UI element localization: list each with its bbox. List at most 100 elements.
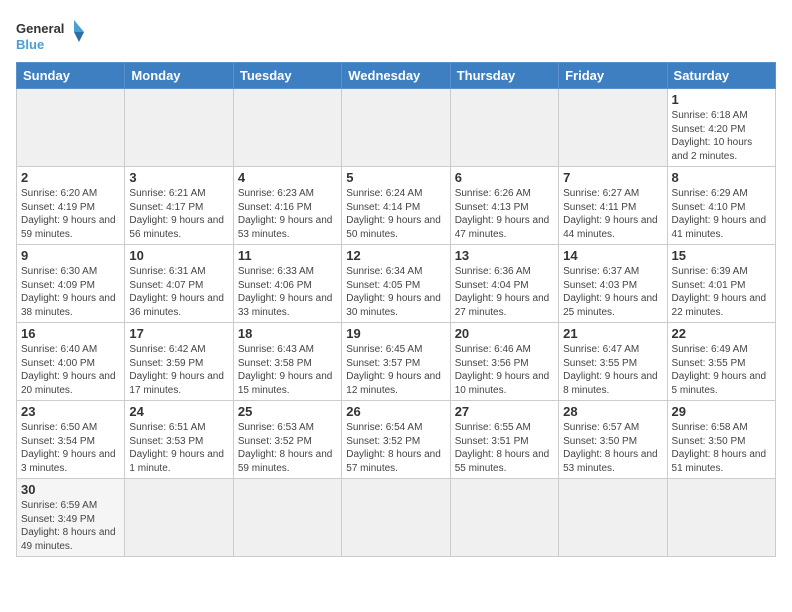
day-info: Sunrise: 6:29 AM Sunset: 4:10 PM Dayligh… bbox=[672, 187, 771, 241]
day-info: Sunrise: 6:34 AM Sunset: 4:05 PM Dayligh… bbox=[346, 265, 445, 319]
day-number: 5 bbox=[346, 170, 445, 185]
day-number: 29 bbox=[672, 404, 771, 419]
weekday-header-sunday: Sunday bbox=[17, 63, 125, 89]
day-cell bbox=[342, 89, 450, 167]
week-row-1: 1 Sunrise: 6:18 AM Sunset: 4:20 PM Daylig… bbox=[17, 89, 776, 167]
day-cell: 30 Sunrise: 6:59 AM Sunset: 3:49 PM Dayli… bbox=[17, 479, 125, 557]
day-cell bbox=[17, 89, 125, 167]
day-cell: 8 Sunrise: 6:29 AM Sunset: 4:10 PM Daylig… bbox=[667, 167, 775, 245]
day-info: Sunrise: 6:37 AM Sunset: 4:03 PM Dayligh… bbox=[563, 265, 662, 319]
weekday-header-monday: Monday bbox=[125, 63, 233, 89]
day-info: Sunrise: 6:39 AM Sunset: 4:01 PM Dayligh… bbox=[672, 265, 771, 319]
day-info: Sunrise: 6:45 AM Sunset: 3:57 PM Dayligh… bbox=[346, 343, 445, 397]
day-cell: 15 Sunrise: 6:39 AM Sunset: 4:01 PM Dayli… bbox=[667, 245, 775, 323]
week-row-4: 16 Sunrise: 6:40 AM Sunset: 4:00 PM Dayli… bbox=[17, 323, 776, 401]
day-cell bbox=[125, 89, 233, 167]
day-cell bbox=[233, 479, 341, 557]
day-cell: 4 Sunrise: 6:23 AM Sunset: 4:16 PM Daylig… bbox=[233, 167, 341, 245]
day-info: Sunrise: 6:59 AM Sunset: 3:49 PM Dayligh… bbox=[21, 499, 120, 553]
day-cell: 21 Sunrise: 6:47 AM Sunset: 3:55 PM Dayli… bbox=[559, 323, 667, 401]
day-info: Sunrise: 6:23 AM Sunset: 4:16 PM Dayligh… bbox=[238, 187, 337, 241]
day-number: 12 bbox=[346, 248, 445, 263]
day-number: 6 bbox=[455, 170, 554, 185]
day-cell: 5Sunrise: 6:24 AM Sunset: 4:14 PM Daylig… bbox=[342, 167, 450, 245]
svg-text:Blue: Blue bbox=[16, 37, 44, 52]
day-number: 10 bbox=[129, 248, 228, 263]
day-info: Sunrise: 6:57 AM Sunset: 3:50 PM Dayligh… bbox=[563, 421, 662, 475]
day-cell bbox=[667, 479, 775, 557]
day-cell: 14Sunrise: 6:37 AM Sunset: 4:03 PM Dayli… bbox=[559, 245, 667, 323]
day-cell: 11 Sunrise: 6:33 AM Sunset: 4:06 PM Dayli… bbox=[233, 245, 341, 323]
day-info: Sunrise: 6:27 AM Sunset: 4:11 PM Dayligh… bbox=[563, 187, 662, 241]
day-number: 4 bbox=[238, 170, 337, 185]
logo-svg: General Blue bbox=[16, 16, 86, 56]
week-row-3: 9Sunrise: 6:30 AM Sunset: 4:09 PM Daylig… bbox=[17, 245, 776, 323]
day-info: Sunrise: 6:51 AM Sunset: 3:53 PM Dayligh… bbox=[129, 421, 228, 475]
day-number: 9 bbox=[21, 248, 120, 263]
day-cell: 10 Sunrise: 6:31 AM Sunset: 4:07 PM Dayli… bbox=[125, 245, 233, 323]
day-info: Sunrise: 6:55 AM Sunset: 3:51 PM Dayligh… bbox=[455, 421, 554, 475]
day-number: 16 bbox=[21, 326, 120, 341]
day-cell bbox=[559, 89, 667, 167]
day-info: Sunrise: 6:53 AM Sunset: 3:52 PM Dayligh… bbox=[238, 421, 337, 475]
day-info: Sunrise: 6:43 AM Sunset: 3:58 PM Dayligh… bbox=[238, 343, 337, 397]
logo: General Blue bbox=[16, 16, 86, 56]
day-number: 25 bbox=[238, 404, 337, 419]
day-number: 3 bbox=[129, 170, 228, 185]
day-cell bbox=[233, 89, 341, 167]
day-cell: 22 Sunrise: 6:49 AM Sunset: 3:55 PM Dayli… bbox=[667, 323, 775, 401]
day-number: 22 bbox=[672, 326, 771, 341]
day-number: 8 bbox=[672, 170, 771, 185]
day-cell: 25 Sunrise: 6:53 AM Sunset: 3:52 PM Dayli… bbox=[233, 401, 341, 479]
day-cell: 23Sunrise: 6:50 AM Sunset: 3:54 PM Dayli… bbox=[17, 401, 125, 479]
day-info: Sunrise: 6:54 AM Sunset: 3:52 PM Dayligh… bbox=[346, 421, 445, 475]
day-number: 17 bbox=[129, 326, 228, 341]
day-cell: 13Sunrise: 6:36 AM Sunset: 4:04 PM Dayli… bbox=[450, 245, 558, 323]
calendar: SundayMondayTuesdayWednesdayThursdayFrid… bbox=[16, 62, 776, 557]
day-number: 13 bbox=[455, 248, 554, 263]
day-info: Sunrise: 6:20 AM Sunset: 4:19 PM Dayligh… bbox=[21, 187, 120, 241]
day-number: 11 bbox=[238, 248, 337, 263]
day-number: 30 bbox=[21, 482, 120, 497]
weekday-header-row: SundayMondayTuesdayWednesdayThursdayFrid… bbox=[17, 63, 776, 89]
week-row-6: 30 Sunrise: 6:59 AM Sunset: 3:49 PM Dayli… bbox=[17, 479, 776, 557]
day-cell bbox=[559, 479, 667, 557]
day-info: Sunrise: 6:47 AM Sunset: 3:55 PM Dayligh… bbox=[563, 343, 662, 397]
day-info: Sunrise: 6:42 AM Sunset: 3:59 PM Dayligh… bbox=[129, 343, 228, 397]
day-cell: 18Sunrise: 6:43 AM Sunset: 3:58 PM Dayli… bbox=[233, 323, 341, 401]
day-number: 2 bbox=[21, 170, 120, 185]
week-row-2: 2 Sunrise: 6:20 AM Sunset: 4:19 PM Daylig… bbox=[17, 167, 776, 245]
day-info: Sunrise: 6:50 AM Sunset: 3:54 PM Dayligh… bbox=[21, 421, 120, 475]
day-info: Sunrise: 6:49 AM Sunset: 3:55 PM Dayligh… bbox=[672, 343, 771, 397]
day-number: 1 bbox=[672, 92, 771, 107]
day-info: Sunrise: 6:46 AM Sunset: 3:56 PM Dayligh… bbox=[455, 343, 554, 397]
day-cell: 28 Sunrise: 6:57 AM Sunset: 3:50 PM Dayli… bbox=[559, 401, 667, 479]
day-cell: 26Sunrise: 6:54 AM Sunset: 3:52 PM Dayli… bbox=[342, 401, 450, 479]
day-number: 27 bbox=[455, 404, 554, 419]
day-number: 15 bbox=[672, 248, 771, 263]
day-cell: 1 Sunrise: 6:18 AM Sunset: 4:20 PM Daylig… bbox=[667, 89, 775, 167]
svg-text:General: General bbox=[16, 21, 64, 36]
day-info: Sunrise: 6:58 AM Sunset: 3:50 PM Dayligh… bbox=[672, 421, 771, 475]
weekday-header-wednesday: Wednesday bbox=[342, 63, 450, 89]
day-number: 24 bbox=[129, 404, 228, 419]
day-info: Sunrise: 6:33 AM Sunset: 4:06 PM Dayligh… bbox=[238, 265, 337, 319]
day-cell: 2 Sunrise: 6:20 AM Sunset: 4:19 PM Daylig… bbox=[17, 167, 125, 245]
page-header: General Blue bbox=[16, 16, 776, 56]
day-info: Sunrise: 6:40 AM Sunset: 4:00 PM Dayligh… bbox=[21, 343, 120, 397]
day-cell: 27 Sunrise: 6:55 AM Sunset: 3:51 PM Dayli… bbox=[450, 401, 558, 479]
day-cell: 29 Sunrise: 6:58 AM Sunset: 3:50 PM Dayli… bbox=[667, 401, 775, 479]
week-row-5: 23Sunrise: 6:50 AM Sunset: 3:54 PM Dayli… bbox=[17, 401, 776, 479]
day-cell: 17 Sunrise: 6:42 AM Sunset: 3:59 PM Dayli… bbox=[125, 323, 233, 401]
day-info: Sunrise: 6:31 AM Sunset: 4:07 PM Dayligh… bbox=[129, 265, 228, 319]
day-number: 21 bbox=[563, 326, 662, 341]
day-number: 28 bbox=[563, 404, 662, 419]
day-info: Sunrise: 6:26 AM Sunset: 4:13 PM Dayligh… bbox=[455, 187, 554, 241]
day-cell: 9Sunrise: 6:30 AM Sunset: 4:09 PM Daylig… bbox=[17, 245, 125, 323]
day-cell: 24 Sunrise: 6:51 AM Sunset: 3:53 PM Dayli… bbox=[125, 401, 233, 479]
day-info: Sunrise: 6:18 AM Sunset: 4:20 PM Dayligh… bbox=[672, 109, 771, 163]
day-cell: 7Sunrise: 6:27 AM Sunset: 4:11 PM Daylig… bbox=[559, 167, 667, 245]
day-cell bbox=[342, 479, 450, 557]
weekday-header-tuesday: Tuesday bbox=[233, 63, 341, 89]
day-cell bbox=[450, 479, 558, 557]
